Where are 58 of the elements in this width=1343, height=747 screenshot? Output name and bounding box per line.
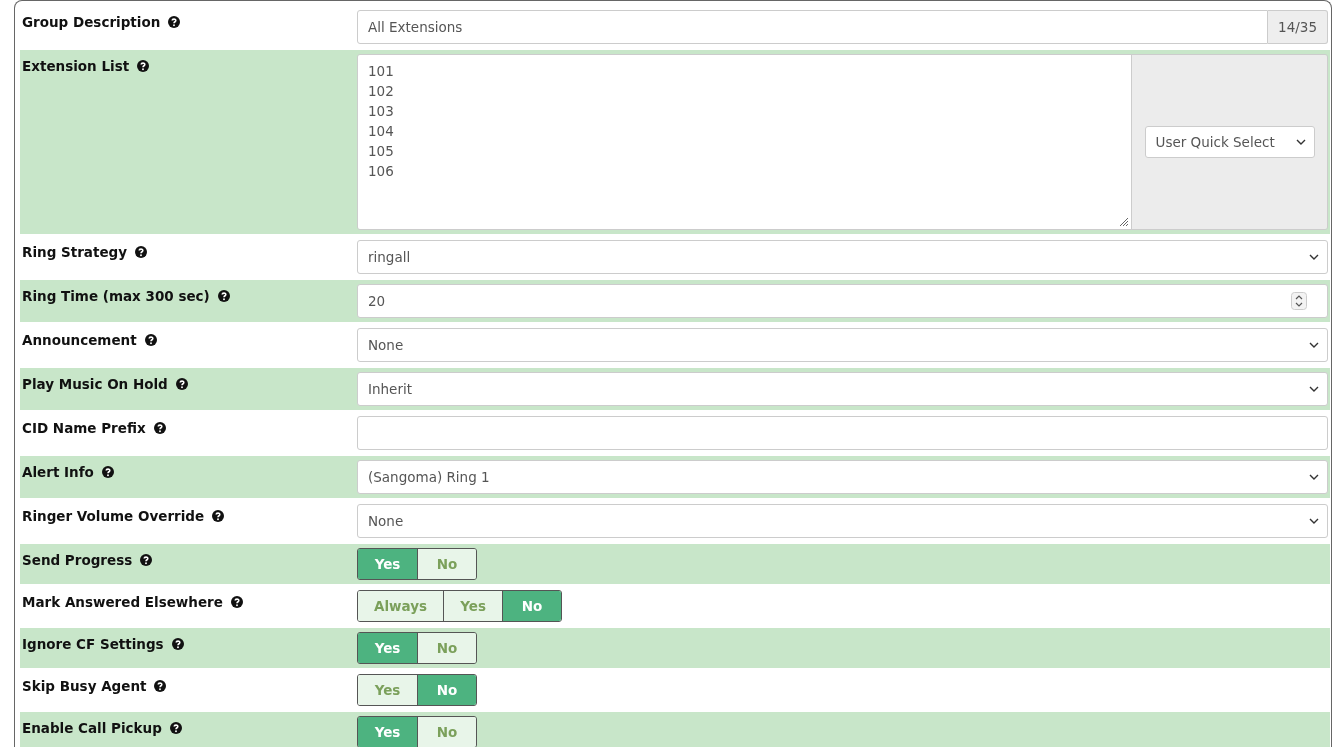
help-icon[interactable] [171,638,184,650]
toggle-option[interactable]: No [502,591,562,621]
spinner-icon[interactable] [1291,292,1307,310]
field-label: Extension List [22,58,130,74]
select-dropdown[interactable]: (Sangoma) Ring 1 [357,460,1328,494]
chevron-down-icon [1309,386,1319,392]
toggle-option[interactable]: No [417,633,476,663]
field-label: Enable Call Pickup [22,720,162,736]
toggle-option[interactable]: Always [358,591,444,621]
select-dropdown[interactable]: None [357,328,1328,362]
field-label: Group Description [22,14,161,30]
field-label: Ring Strategy [22,244,127,260]
help-icon[interactable] [168,16,181,28]
help-icon[interactable] [144,334,157,346]
help-icon[interactable] [212,510,225,522]
help-icon[interactable] [169,722,182,734]
help-icon[interactable] [101,466,114,478]
chevron-down-icon [1309,254,1319,260]
field-label: Mark Answered Elsewhere [22,594,223,610]
text-field[interactable] [357,416,1328,450]
help-icon[interactable] [140,554,153,566]
toggle-option[interactable]: Yes [358,633,417,663]
field-label: Skip Busy Agent [22,678,147,694]
help-icon[interactable] [154,680,167,692]
toggle-option[interactable]: Yes [358,675,417,705]
character-counter: 14/35 [1268,10,1328,44]
toggle-option[interactable]: Yes [358,717,417,747]
toggle-option[interactable]: No [417,717,476,747]
field-label: Ring Time (max 300 sec) [22,288,210,304]
text-field[interactable]: All Extensions [357,10,1269,44]
field-label: Play Music On Hold [22,376,168,392]
toggle-option[interactable]: Yes [358,549,417,579]
help-icon[interactable] [175,378,188,390]
field-label: Send Progress [22,552,133,568]
help-icon[interactable] [153,422,166,434]
help-icon[interactable] [137,60,150,72]
number-field[interactable]: 20 [357,284,1328,318]
select-dropdown[interactable]: Inherit [357,372,1328,406]
select-dropdown[interactable]: ringall [357,240,1328,274]
field-label: CID Name Prefix [22,420,146,436]
chevron-down-icon [1309,342,1319,348]
select-dropdown[interactable]: None [357,504,1328,538]
help-icon[interactable] [135,246,147,258]
help-icon[interactable] [230,596,243,608]
toggle-option[interactable]: No [417,549,476,579]
help-icon[interactable] [217,290,230,302]
field-label: Alert Info [22,464,94,480]
toggle-option[interactable]: No [417,675,476,705]
field-label: Ignore CF Settings [22,636,164,652]
field-label: Announcement [22,332,137,348]
chevron-down-icon [1309,518,1319,524]
chevron-down-icon [1295,139,1306,145]
field-label: Ringer Volume Override [22,508,205,524]
toggle-option[interactable]: Yes [443,591,503,621]
textarea-field[interactable]: 101 102 103 104 105 106 [358,55,1132,229]
resize-grip-icon[interactable] [1119,217,1129,227]
select-dropdown[interactable]: User Quick Select [1144,126,1315,158]
chevron-down-icon [1309,474,1319,480]
